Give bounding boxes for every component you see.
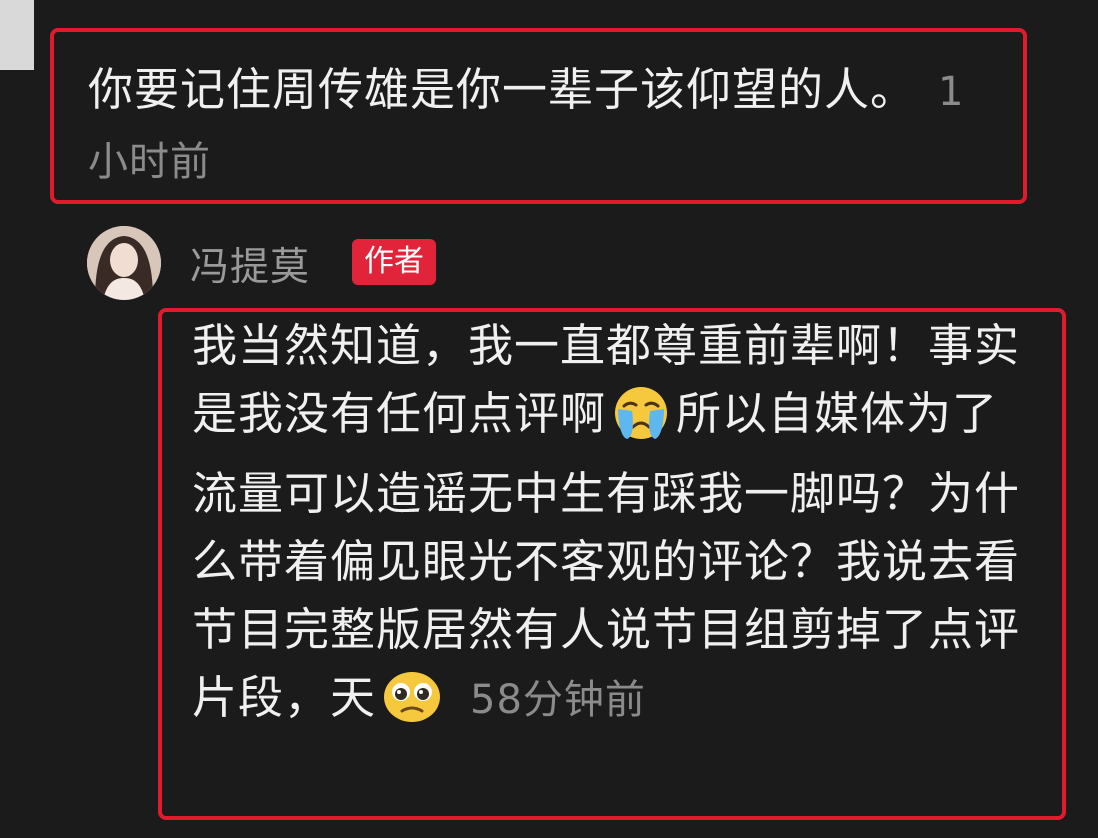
comment-text: 你要记住周传雄是你一辈子该仰望的人。: [88, 63, 917, 116]
reply: 我当然知道，我一直都尊重前辈啊！事实是我没有任何点评啊 所以自媒体为了流量可以造谣…: [192, 312, 1042, 744]
crying-face-icon: [610, 383, 672, 460]
avatar[interactable]: [87, 226, 161, 300]
reply-timestamp: 58分钟前: [470, 677, 646, 723]
pleading-face-icon: [380, 667, 444, 744]
author-name[interactable]: 冯提莫: [190, 236, 310, 292]
author-badge: 作者: [352, 239, 436, 285]
left-edge-strip: [0, 0, 34, 70]
comment: 你要记住周传雄是你一辈子该仰望的人。 1小时前: [88, 56, 988, 196]
